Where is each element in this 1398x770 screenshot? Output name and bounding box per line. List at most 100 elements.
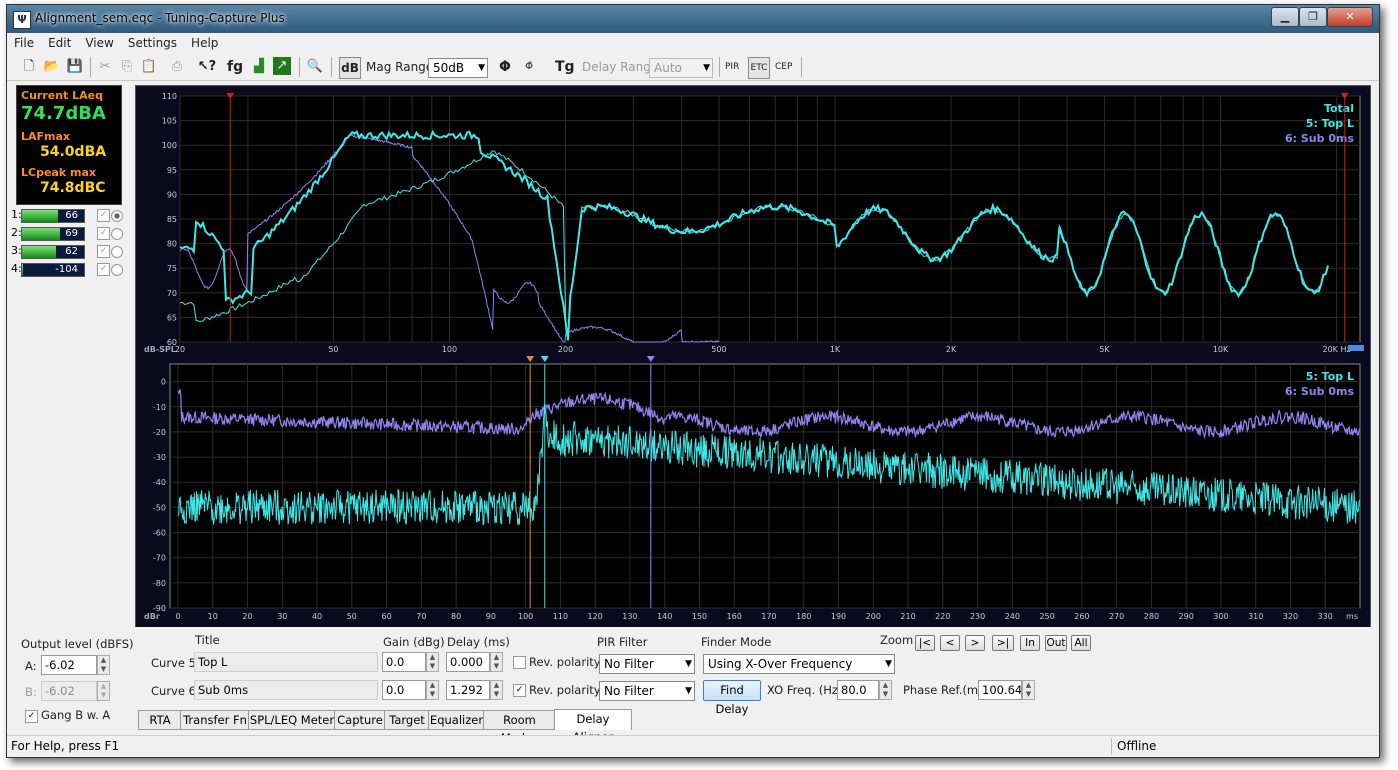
curve-5-rev-polarity-label: Rev. polarity bbox=[529, 655, 601, 669]
output-a-field[interactable]: -6.02 bbox=[41, 655, 97, 675]
tab-rta[interactable]: RTA bbox=[138, 710, 182, 730]
zoom-out-button[interactable]: Out bbox=[1045, 635, 1067, 651]
curve-5-delay-field[interactable]: 0.000 bbox=[446, 652, 490, 672]
curve-6-delay-field[interactable]: 1.292 bbox=[446, 680, 490, 700]
output-b-field[interactable]: -6.02 bbox=[41, 681, 97, 701]
tab-delay-aligner[interactable]: Delay Aligner bbox=[554, 709, 632, 744]
cut-icon[interactable]: ✂ bbox=[95, 57, 115, 77]
zoom-icon[interactable]: 🔍 bbox=[305, 57, 325, 77]
phase-button[interactable]: Φ bbox=[499, 57, 511, 77]
paste-icon[interactable]: 📋 bbox=[139, 57, 159, 77]
menu-help[interactable]: Help bbox=[184, 34, 225, 52]
channel-radio[interactable] bbox=[111, 246, 123, 258]
delay-range-select[interactable]: Auto ▼ bbox=[649, 58, 713, 78]
xo-freq-spinner[interactable]: ▲ ▼ bbox=[879, 680, 892, 700]
menu-settings[interactable]: Settings bbox=[121, 34, 184, 52]
magnitude-chart[interactable]: 110105100959085807570656020 50 100 200 500 1K… bbox=[144, 92, 1364, 354]
zoom-in-button[interactable]: In bbox=[1020, 635, 1040, 651]
channel-radio[interactable] bbox=[111, 228, 123, 240]
db-button[interactable]: dB bbox=[339, 57, 361, 79]
x-tick-label: 280 bbox=[1144, 612, 1159, 621]
curve-5-label: Curve 5: bbox=[151, 656, 200, 670]
tab-capture[interactable]: Capture bbox=[334, 710, 386, 730]
channel-checkbox[interactable]: ✓ bbox=[97, 245, 110, 258]
pir-button[interactable]: PIR bbox=[725, 57, 739, 77]
app-icon[interactable]: Ψ bbox=[13, 11, 31, 29]
channel-radio[interactable] bbox=[111, 210, 123, 222]
minimize-button[interactable]: ▁ bbox=[1271, 7, 1299, 27]
etc-button[interactable]: ETC bbox=[748, 57, 770, 79]
menu-edit[interactable]: Edit bbox=[41, 34, 78, 52]
x-tick-label: 10 bbox=[208, 612, 218, 621]
tab-room-modes[interactable]: Room Modes bbox=[483, 710, 556, 745]
curve-5-gain-field[interactable]: 0.0 bbox=[382, 652, 426, 672]
cursor-handle-icon[interactable] bbox=[646, 356, 655, 362]
curve-6-gain-field[interactable]: 0.0 bbox=[382, 680, 426, 700]
channel-level-fill bbox=[22, 228, 61, 240]
open-folder-icon[interactable]: 📂 bbox=[42, 57, 62, 77]
curve-6-delay-spinner[interactable]: ▲ ▼ bbox=[490, 680, 503, 700]
channel-value: 62 bbox=[65, 246, 78, 257]
x-tick-label: 240 bbox=[1005, 612, 1020, 621]
finder-mode-select[interactable]: Using X-Over Frequency ▼ bbox=[703, 654, 895, 674]
channel-checkbox[interactable]: ✓ bbox=[97, 263, 110, 276]
y-tick-label: 65 bbox=[167, 313, 177, 322]
curve-6-gain-spinner[interactable]: ▲ ▼ bbox=[426, 680, 439, 700]
scroll-handle-icon[interactable] bbox=[1348, 345, 1364, 351]
cursor-handle-icon[interactable] bbox=[540, 356, 549, 362]
curve-5-delay-spinner[interactable]: ▲ ▼ bbox=[490, 652, 503, 672]
print-icon[interactable]: ⎙ bbox=[167, 57, 187, 77]
channel-radio[interactable] bbox=[111, 264, 123, 276]
chart-icon[interactable]: ↗ bbox=[273, 57, 291, 75]
channel-checkbox[interactable]: ✓ bbox=[97, 227, 110, 240]
menu-view[interactable]: View bbox=[78, 34, 120, 52]
mag-range-select[interactable]: 50dB ▼ bbox=[428, 58, 488, 78]
curve-6-title-field[interactable]: Sub 0ms bbox=[194, 680, 378, 700]
status-divider bbox=[1111, 738, 1112, 755]
zoom-last-button[interactable]: >| bbox=[992, 635, 1014, 651]
curve-6-rev-polarity-checkbox[interactable]: ✓ bbox=[513, 684, 526, 697]
x-tick-label: 170 bbox=[761, 612, 776, 621]
curve-5-pir-select[interactable]: No Filter ▼ bbox=[599, 654, 695, 674]
cep-button[interactable]: CEP bbox=[775, 57, 792, 77]
gang-checkbox[interactable]: ✓ bbox=[25, 710, 38, 723]
zoom-all-button[interactable]: All bbox=[1071, 635, 1091, 651]
zoom-first-button[interactable]: |< bbox=[915, 635, 935, 651]
menu-file[interactable]: File bbox=[7, 34, 41, 52]
output-b-spinner[interactable]: ▲ ▼ bbox=[97, 681, 110, 701]
curve-6-rev-polarity-label: Rev. polarity bbox=[529, 683, 601, 697]
curve-6-pir-select[interactable]: No Filter ▼ bbox=[599, 681, 695, 701]
cursor-handle-icon[interactable] bbox=[526, 356, 535, 362]
phase-ref-field[interactable]: 100.646 bbox=[978, 680, 1022, 700]
curve-5-gain-spinner[interactable]: ▲ ▼ bbox=[426, 652, 439, 672]
find-delay-button[interactable]: Find Delay bbox=[703, 680, 761, 716]
y-tick-label: -20 bbox=[153, 428, 166, 437]
wrap-phase-icon[interactable]: Φ̃ bbox=[519, 57, 539, 77]
output-a-spinner[interactable]: ▲ ▼ bbox=[97, 655, 110, 675]
restore-button[interactable]: ❐ bbox=[1299, 7, 1327, 27]
tab-spl-leq-meter[interactable]: SPL/LEQ Meter bbox=[248, 710, 336, 730]
zoom-prev-button[interactable]: < bbox=[940, 635, 960, 651]
new-file-icon[interactable]: 🗋 bbox=[19, 57, 39, 77]
graph-green-icon[interactable]: ▟ bbox=[249, 57, 269, 77]
y-tick-label: -40 bbox=[153, 478, 166, 487]
phase-ref-spinner[interactable]: ▲ ▼ bbox=[1022, 680, 1035, 700]
zoom-next-button[interactable]: > bbox=[965, 635, 985, 651]
save-icon[interactable]: 💾 bbox=[65, 57, 85, 77]
x-tick-label: 20K Hz bbox=[1323, 345, 1351, 354]
etc-chart[interactable]: 0 10 20 30 40 50 60 70 80 90 100 110 120 130 140 150 160… bbox=[144, 356, 1361, 621]
curve-5-title-field[interactable]: Top L bbox=[194, 652, 378, 672]
channel-checkbox[interactable]: ✓ bbox=[97, 209, 110, 222]
help-pointer-icon[interactable]: ↖? bbox=[197, 57, 217, 77]
tab-equalizer[interactable]: Equalizer bbox=[428, 710, 485, 730]
x-tick-label: 5K bbox=[1099, 345, 1110, 354]
tab-transfer-fn[interactable]: Transfer Fn bbox=[180, 710, 250, 730]
curve-5-rev-polarity-checkbox[interactable] bbox=[513, 656, 526, 669]
group-delay-button[interactable]: Tg bbox=[555, 57, 575, 77]
x-tick-label: 20 bbox=[242, 612, 252, 621]
copy-icon[interactable]: ⎘ bbox=[117, 57, 137, 77]
xo-freq-field[interactable]: 80.0 bbox=[837, 680, 879, 700]
tab-target[interactable]: Target bbox=[384, 710, 430, 730]
fg-button[interactable]: fg bbox=[227, 57, 243, 77]
close-button[interactable]: ✕ bbox=[1327, 7, 1373, 27]
